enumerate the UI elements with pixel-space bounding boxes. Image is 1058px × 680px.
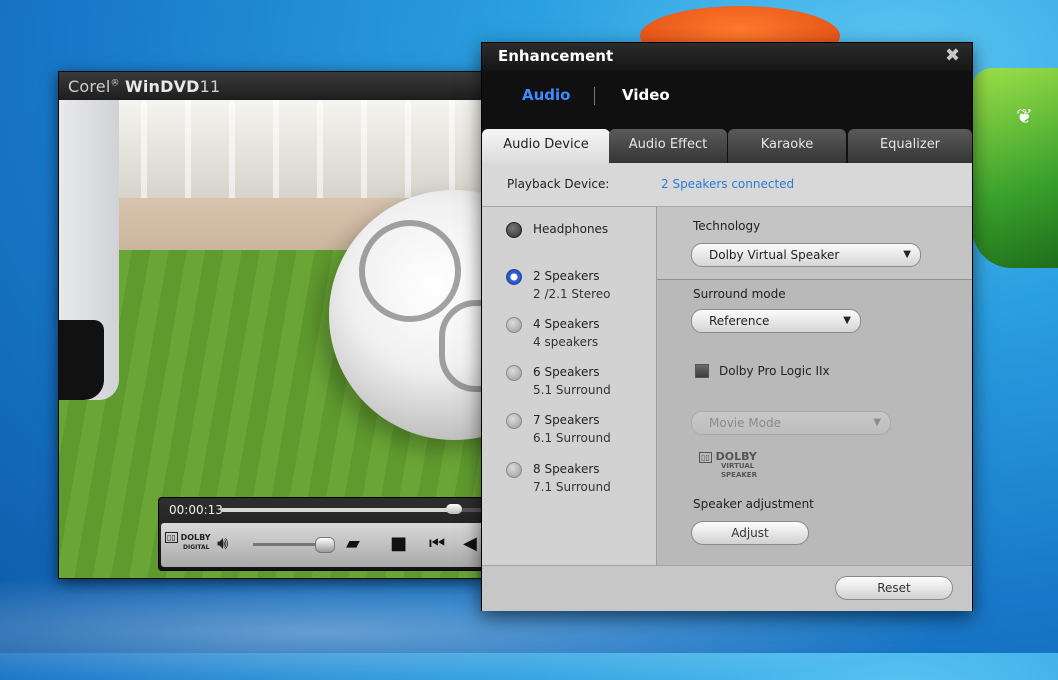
dolby-virtual-speaker-logo: ▯▯ DOLBY VIRTUAL SPEAKER	[699, 451, 769, 480]
rewind-icon[interactable]: ◀	[463, 533, 477, 554]
volume-icon[interactable]: 🔊︎	[217, 533, 228, 554]
option-label-8-speakers[interactable]: 8 Speakers	[533, 462, 600, 476]
option-sub-2-speakers: 2 /2.1 Stereo	[533, 287, 611, 301]
windvd-titlebar[interactable]: Corel® WinDVD11	[59, 72, 483, 100]
audio-device-panel: Playback Device: 2 Speakers connected He…	[482, 163, 972, 611]
option-sub-6-speakers: 5.1 Surround	[533, 383, 611, 397]
enhancement-dialog: Enhancement ✖ Audio Video Audio Device A…	[481, 42, 973, 611]
radio-7-speakers[interactable]	[506, 413, 522, 429]
desktop-gadget	[972, 68, 1058, 268]
butterfly-icon: ❦	[1016, 104, 1033, 128]
enhancement-titlebar[interactable]: Enhancement ✖	[482, 43, 972, 71]
tab-equalizer[interactable]: Equalizer	[848, 129, 972, 163]
windvd-title: Corel® WinDVD11	[68, 77, 220, 96]
adjust-button[interactable]: Adjust	[691, 521, 809, 545]
option-label-6-speakers[interactable]: 6 Speakers	[533, 365, 600, 379]
control-bar: ▯▯ DOLBY DIGITAL 🔊︎ ▰ ■ ⏮︎ ◀	[161, 523, 483, 567]
close-icon[interactable]: ✖	[945, 45, 960, 66]
title-registered: ®	[110, 78, 120, 89]
speaker-settings: Technology Dolby Virtual Speaker ▼ Surro…	[657, 207, 972, 565]
radio-8-speakers[interactable]	[506, 462, 522, 478]
surround-mode-label: Surround mode	[693, 287, 786, 301]
option-sub-7-speakers: 6.1 Surround	[533, 431, 611, 445]
option-sub-4-speakers: 4 speakers	[533, 335, 599, 349]
dolby-vs-subtext: VIRTUAL SPEAKER	[721, 462, 757, 479]
seek-thumb[interactable]	[446, 504, 462, 514]
technology-label: Technology	[693, 219, 761, 233]
title-version: 11	[199, 77, 221, 96]
stop-icon[interactable]: ■	[390, 533, 407, 554]
surround-mode-dropdown[interactable]: Reference ▼	[691, 309, 861, 333]
tab-audio-device[interactable]: Audio Device	[482, 129, 610, 163]
dolby-logo-text: DOLBY	[180, 533, 211, 542]
option-label-7-speakers[interactable]: 7 Speakers	[533, 413, 600, 427]
dolby-digital-logo: ▯▯ DOLBY DIGITAL	[165, 532, 211, 551]
surround-mode-value: Reference	[709, 314, 770, 328]
option-label-2-speakers[interactable]: 2 Speakers	[533, 269, 600, 283]
mode-video[interactable]: Video	[622, 86, 670, 104]
playback-device-label: Playback Device:	[507, 177, 610, 191]
mode-audio[interactable]: Audio	[522, 86, 570, 104]
chevron-down-icon: ▼	[873, 417, 881, 428]
speaker-adjustment-label: Speaker adjustment	[693, 497, 814, 511]
radio-4-speakers[interactable]	[506, 317, 522, 333]
playback-controls: 00:00:13 ▯▯ DOLBY DIGITAL 🔊︎ ▰ ■ ⏮︎ ◀	[158, 497, 484, 571]
video-player-shoe	[59, 320, 104, 400]
enhancement-title: Enhancement	[498, 47, 614, 65]
movie-mode-dropdown[interactable]: Movie Mode ▼	[691, 411, 891, 435]
tab-karaoke[interactable]: Karaoke	[728, 129, 846, 163]
radio-2-speakers[interactable]	[506, 269, 522, 285]
movie-mode-value: Movie Mode	[709, 416, 782, 430]
previous-chapter-icon[interactable]: ⏮︎	[429, 533, 445, 554]
title-product: WinDVD	[124, 77, 200, 96]
tab-audio-effect[interactable]: Audio Effect	[609, 129, 727, 163]
title-brand: Corel	[68, 77, 111, 96]
playback-device-row: Playback Device: 2 Speakers connected	[482, 163, 972, 207]
volume-thumb[interactable]	[315, 537, 335, 553]
seek-bar-fill	[221, 508, 449, 512]
radio-headphones[interactable]	[506, 222, 522, 238]
open-folder-icon[interactable]: ▰	[346, 533, 360, 554]
technology-dropdown[interactable]: Dolby Virtual Speaker ▼	[691, 243, 921, 267]
option-label-headphones[interactable]: Headphones	[533, 222, 608, 236]
technology-section: Technology Dolby Virtual Speaker ▼	[657, 207, 972, 280]
radio-6-speakers[interactable]	[506, 365, 522, 381]
playback-device-value: 2 Speakers connected	[661, 177, 795, 191]
dialog-footer: Reset	[482, 565, 972, 611]
elapsed-time: 00:00:13	[169, 503, 223, 517]
reset-button[interactable]: Reset	[835, 576, 953, 600]
chevron-down-icon: ▼	[843, 315, 851, 326]
speaker-options: Headphones 2 Speakers 2 /2.1 Stereo 4 Sp…	[482, 207, 657, 565]
pro-logic-label[interactable]: Dolby Pro Logic IIx	[719, 364, 830, 378]
pro-logic-checkbox[interactable]	[695, 364, 709, 378]
chevron-down-icon: ▼	[903, 249, 911, 260]
option-sub-8-speakers: 7.1 Surround	[533, 480, 611, 494]
technology-value: Dolby Virtual Speaker	[709, 248, 840, 262]
option-label-4-speakers[interactable]: 4 Speakers	[533, 317, 600, 331]
dolby-logo-subtext: DIGITAL	[183, 544, 210, 551]
mode-separator	[594, 87, 595, 105]
